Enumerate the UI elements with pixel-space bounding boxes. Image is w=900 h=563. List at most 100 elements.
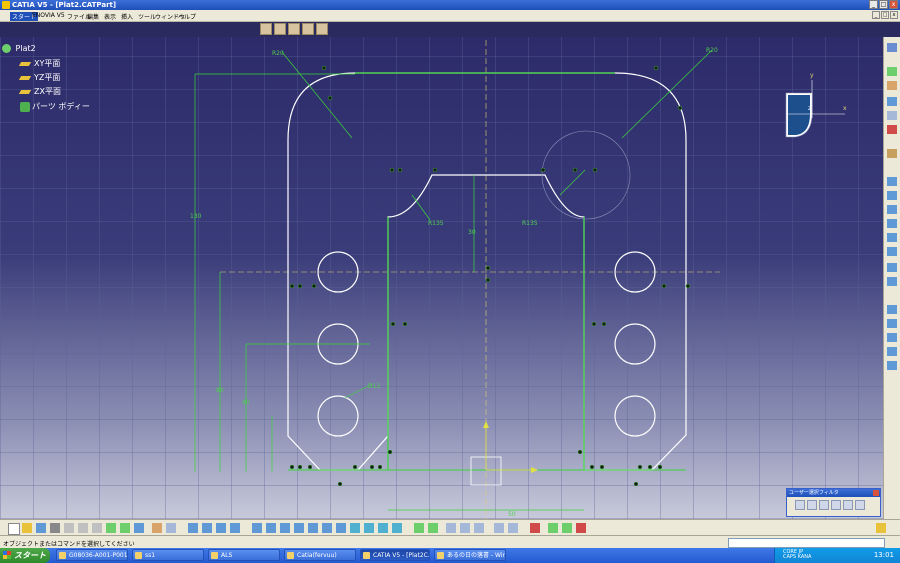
zoom-out-icon[interactable] — [322, 523, 332, 533]
task-item-2[interactable]: ss1 — [132, 549, 204, 561]
dim-40[interactable]: 40 — [242, 399, 250, 406]
new-file-icon[interactable] — [8, 523, 20, 535]
analysis-icon-3[interactable] — [474, 523, 484, 533]
tree-item-xy[interactable]: XY平面 — [18, 58, 61, 69]
tools-icon-3[interactable] — [562, 523, 572, 533]
operation-icon[interactable] — [887, 97, 897, 106]
user-selection-filter-panel: ユーザー選択フィルタ — [786, 488, 881, 517]
dim-130[interactable]: 130 — [190, 213, 202, 220]
pan-icon[interactable] — [280, 523, 290, 533]
ime-status[interactable]: CORE JP CAPS KANA — [783, 550, 811, 560]
chamfer-icon[interactable] — [887, 319, 897, 328]
sketch-tool-icon[interactable] — [887, 81, 897, 90]
tree-item-yz[interactable]: YZ平面 — [18, 72, 60, 83]
dim-50[interactable]: 50 — [508, 511, 516, 518]
dim-r135-right[interactable]: R135 — [522, 220, 538, 227]
start-button[interactable]: スタート — [0, 548, 50, 563]
task-item-5[interactable]: CATIA V5 - [Plat2C... — [360, 549, 430, 561]
trim-icon[interactable] — [887, 111, 897, 120]
profile-icon[interactable] — [887, 149, 897, 158]
task-item-1[interactable]: G08036-A001-P001 — [56, 549, 128, 561]
tools-icon-2[interactable] — [548, 523, 558, 533]
compass-widget[interactable]: y x z — [785, 72, 847, 138]
zoom-in-icon[interactable] — [308, 523, 318, 533]
system-tray: CORE JP CAPS KANA 13:01 — [774, 548, 900, 563]
hide-show-icon[interactable] — [378, 523, 388, 533]
ellipse-icon[interactable] — [887, 233, 897, 242]
exit-workbench-icon[interactable] — [887, 43, 897, 52]
filter-feature-icon[interactable] — [843, 500, 853, 510]
rectangle-icon[interactable] — [887, 191, 897, 200]
tree-item-label: パーツ ボディー — [32, 102, 90, 111]
analysis-icon-2[interactable] — [460, 523, 470, 533]
swap-visible-icon[interactable] — [392, 523, 402, 533]
help-icon[interactable] — [134, 523, 144, 533]
shading-icon[interactable] — [364, 523, 374, 533]
print-icon[interactable] — [50, 523, 60, 533]
undo-icon[interactable] — [106, 523, 116, 533]
tree-item-zx[interactable]: ZX平面 — [18, 86, 61, 97]
fit-all-icon[interactable] — [266, 523, 276, 533]
close-button[interactable]: x — [889, 0, 898, 9]
comment-icon[interactable] — [166, 523, 176, 533]
point-icon[interactable] — [887, 277, 897, 286]
exit-sketcher-icon[interactable] — [887, 125, 897, 134]
hole-right-mid — [614, 323, 656, 365]
sketch-icon[interactable] — [887, 67, 897, 76]
filter-curve-icon[interactable] — [807, 500, 817, 510]
constraint-icon[interactable] — [414, 523, 424, 533]
filter-geometry-icon[interactable] — [855, 500, 865, 510]
dim-r135-left[interactable]: R135 — [428, 220, 444, 227]
copy-icon[interactable] — [78, 523, 88, 533]
filter-surface-icon[interactable] — [819, 500, 829, 510]
formula-icon[interactable] — [152, 523, 162, 533]
sketch-analysis-icon[interactable] — [508, 523, 518, 533]
filter-volume-icon[interactable] — [831, 500, 841, 510]
fly-mode-icon[interactable] — [252, 523, 262, 533]
windows-taskbar: スタート G08036-A001-P001 ss1 ALS Catia(ferv… — [0, 548, 900, 563]
task-item-4[interactable]: Catia(fervuu) — [284, 549, 356, 561]
line-icon[interactable] — [887, 247, 897, 256]
command-input[interactable] — [728, 538, 885, 548]
cut-part-icon[interactable] — [494, 523, 504, 533]
rotate-icon[interactable] — [294, 523, 304, 533]
tree-item-label: XY平面 — [34, 59, 61, 68]
redo-icon[interactable] — [120, 523, 130, 533]
spline-icon[interactable] — [887, 219, 897, 228]
dim-30[interactable]: 30 — [468, 229, 476, 236]
tree-root[interactable]: Plat2 — [2, 44, 36, 53]
view-icon-4[interactable] — [230, 523, 240, 533]
iso-view-icon[interactable] — [350, 523, 360, 533]
paste-icon[interactable] — [92, 523, 102, 533]
dim-d12[interactable]: D12 — [368, 383, 380, 390]
normal-view-icon[interactable] — [336, 523, 346, 533]
dim-r20-left[interactable]: R20 — [272, 50, 284, 57]
task-item-3[interactable]: ALS — [208, 549, 280, 561]
project-icon[interactable] — [887, 361, 897, 370]
doc-close-button[interactable]: x — [890, 11, 898, 19]
axis-icon[interactable] — [887, 263, 897, 272]
plane-icon — [18, 89, 32, 94]
polygon-icon[interactable] — [887, 177, 897, 186]
analysis-icon-1[interactable] — [446, 523, 456, 533]
view-icon-2[interactable] — [202, 523, 212, 533]
tools-icon-4[interactable] — [576, 523, 586, 533]
view-icon-1[interactable] — [188, 523, 198, 533]
dim-r20-right[interactable]: R20 — [706, 47, 718, 54]
body-icon — [20, 101, 30, 112]
dim-80[interactable]: 80 — [216, 387, 224, 394]
relimit-icon[interactable] — [887, 333, 897, 342]
circle-icon[interactable] — [887, 205, 897, 214]
open-file-icon[interactable] — [22, 523, 32, 533]
filter-close-icon[interactable] — [873, 490, 879, 496]
save-icon[interactable] — [36, 523, 46, 533]
corner-icon[interactable] — [887, 305, 897, 314]
auto-constraint-icon[interactable] — [428, 523, 438, 533]
cut-icon[interactable] — [64, 523, 74, 533]
filter-point-icon[interactable] — [795, 500, 805, 510]
mirror-icon[interactable] — [887, 347, 897, 356]
task-item-6[interactable]: あるの日の落書 - Windo... — [434, 549, 506, 561]
tools-icon-1[interactable] — [530, 523, 540, 533]
tree-item-body[interactable]: パーツ ボディー — [20, 101, 90, 112]
view-icon-3[interactable] — [216, 523, 226, 533]
